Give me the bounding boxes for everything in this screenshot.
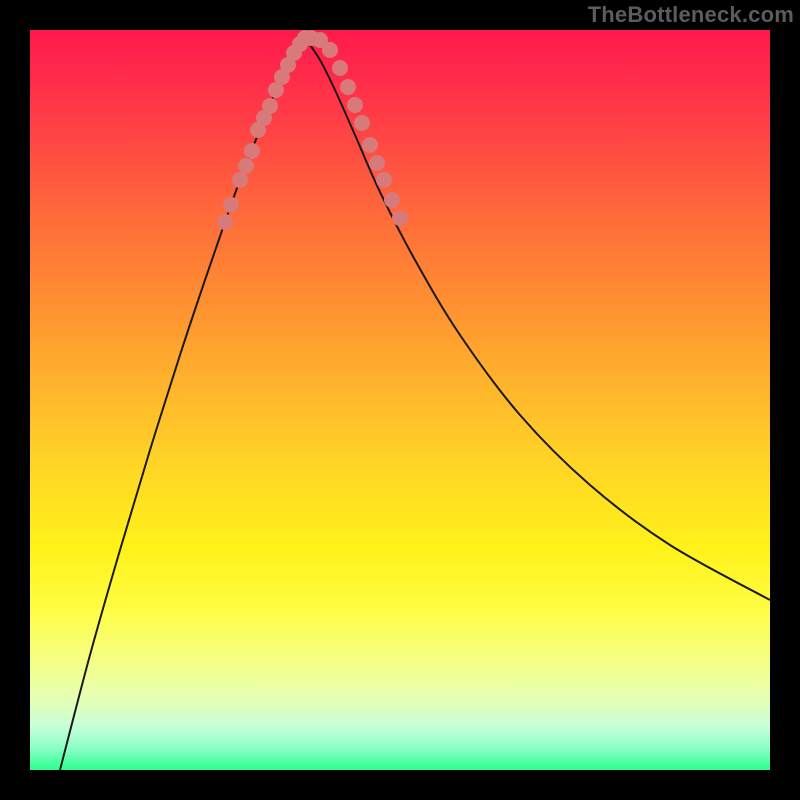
highlight-dot <box>347 97 363 113</box>
highlight-dot <box>232 172 248 188</box>
highlight-dot <box>217 214 233 230</box>
curve-right-branch <box>305 38 770 600</box>
highlight-dot <box>238 158 254 174</box>
plot-area <box>30 30 770 770</box>
highlight-dot <box>340 79 356 95</box>
highlight-dot <box>362 137 378 153</box>
highlight-dot <box>332 60 348 76</box>
watermark-wrap: TheBottleneck.com <box>0 0 800 28</box>
highlight-dot <box>354 115 370 131</box>
highlight-dot <box>322 42 338 58</box>
highlight-dot <box>244 143 260 159</box>
curve-left-branch <box>60 38 305 770</box>
highlight-dot <box>384 192 400 208</box>
highlight-dot <box>392 210 408 226</box>
watermark-text: TheBottleneck.com <box>588 0 800 28</box>
curve-layer <box>30 30 770 770</box>
highlight-dot <box>262 98 278 114</box>
highlight-markers <box>217 30 408 230</box>
outer-frame: TheBottleneck.com <box>0 0 800 800</box>
highlight-dot <box>223 197 239 213</box>
highlight-dot <box>376 172 392 188</box>
highlight-dot <box>369 155 385 171</box>
